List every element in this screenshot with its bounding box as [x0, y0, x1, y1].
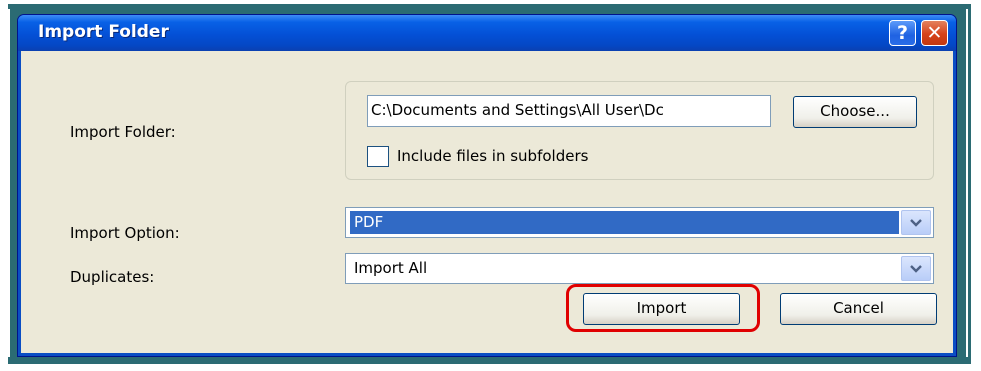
dialog-body: Import Folder: C:\Documents and Settings…	[21, 51, 953, 353]
cancel-button[interactable]: Cancel	[780, 293, 937, 325]
dialog-title: Import Folder	[38, 22, 169, 42]
include-subfolders-checkbox[interactable]	[367, 146, 389, 167]
help-icon: ?	[896, 22, 909, 44]
import-folder-label: Import Folder:	[70, 123, 176, 141]
duplicates-select[interactable]: Import All	[345, 253, 934, 284]
choose-button[interactable]: Choose...	[793, 96, 917, 128]
close-icon: ✕	[926, 22, 943, 44]
import-option-label: Import Option:	[70, 224, 180, 242]
import-button[interactable]: Import	[583, 293, 740, 325]
import-folder-dialog: Import Folder ? ✕ Import Folder: C:\Docu…	[17, 14, 957, 357]
chevron-down-icon[interactable]	[901, 210, 931, 235]
title-bar[interactable]: Import Folder ? ✕	[18, 15, 956, 51]
import-option-value: PDF	[350, 211, 899, 234]
frame-divider-right	[966, 9, 968, 357]
duplicates-value: Import All	[354, 259, 428, 277]
help-button[interactable]: ?	[889, 20, 916, 46]
import-option-select[interactable]: PDF	[345, 207, 934, 238]
close-button[interactable]: ✕	[921, 20, 948, 46]
folder-path-input[interactable]: C:\Documents and Settings\All User\Dc	[367, 95, 771, 127]
chevron-down-icon[interactable]	[901, 256, 931, 281]
duplicates-label: Duplicates:	[70, 268, 155, 286]
frame-divider-left	[8, 9, 10, 357]
include-subfolders-label: Include files in subfolders	[397, 147, 589, 165]
